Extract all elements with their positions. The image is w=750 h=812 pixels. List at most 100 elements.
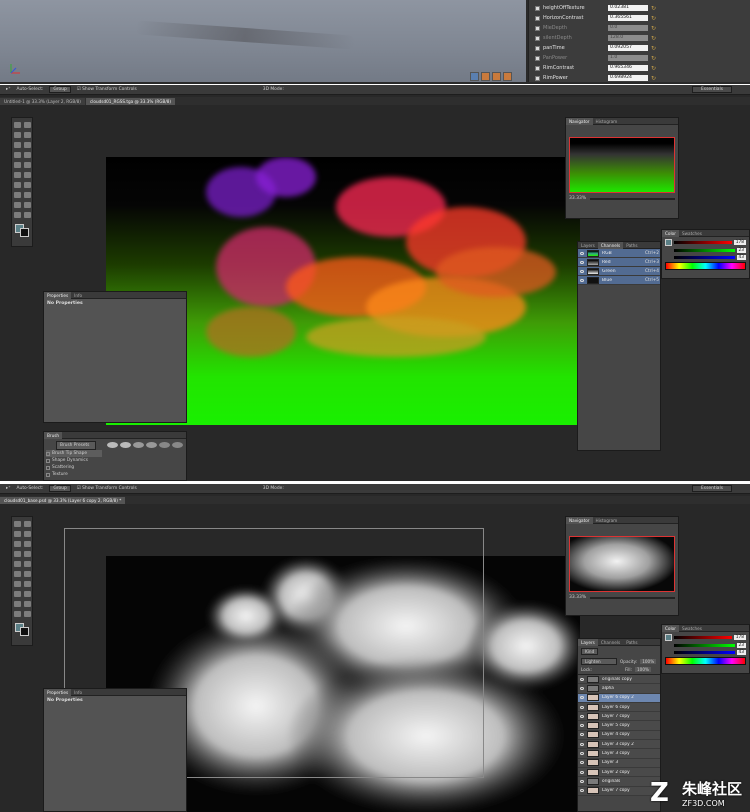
- background-color-swatch[interactable]: [20, 627, 29, 636]
- tab-channels[interactable]: Channels: [598, 639, 623, 646]
- layer-row[interactable]: Layer 5 copy: [578, 721, 660, 731]
- tab-paths[interactable]: Paths: [623, 639, 640, 646]
- channel-row[interactable]: Blue Ctrl+5: [578, 276, 660, 285]
- color-spectrum[interactable]: [665, 657, 746, 665]
- param-link-icon[interactable]: ↻: [651, 55, 656, 62]
- tool-button-icon[interactable]: [14, 591, 21, 597]
- blend-mode-dropdown[interactable]: Lighten: [581, 658, 617, 665]
- visibility-eye-icon[interactable]: [580, 761, 584, 765]
- auto-select-dropdown[interactable]: Group: [49, 86, 71, 93]
- channel-row[interactable]: Red Ctrl+3: [578, 258, 660, 267]
- tab-brush[interactable]: Brush: [44, 431, 63, 439]
- param-link-icon[interactable]: ↻: [651, 65, 656, 72]
- tool-button-icon[interactable]: [14, 551, 21, 557]
- tool-button-icon[interactable]: [24, 571, 31, 577]
- layer-row[interactable]: alpha: [578, 684, 660, 694]
- tool-button-icon[interactable]: [24, 611, 31, 617]
- param-checkbox[interactable]: [535, 55, 540, 61]
- channel-row[interactable]: RGB Ctrl+2: [578, 249, 660, 258]
- param-value-field[interactable]: 0.092057: [608, 45, 648, 51]
- blue-value[interactable]: 43: [736, 650, 746, 655]
- param-checkbox[interactable]: [535, 45, 540, 51]
- brush-setting-checkbox[interactable]: [46, 458, 50, 463]
- red-slider[interactable]: [674, 636, 732, 639]
- param-value-field[interactable]: 128.0: [608, 35, 648, 41]
- visibility-eye-icon[interactable]: [580, 779, 584, 783]
- brush-tip-icon[interactable]: [120, 442, 131, 448]
- tool-button-icon[interactable]: [14, 561, 21, 567]
- tab-layers[interactable]: Layers: [578, 242, 598, 249]
- tool-button-icon[interactable]: [24, 122, 31, 128]
- color-spectrum[interactable]: [665, 262, 746, 270]
- tool-button-icon[interactable]: [24, 142, 31, 148]
- tab-color[interactable]: Color: [662, 229, 679, 237]
- param-checkbox[interactable]: [535, 65, 540, 71]
- brush-setting-checkbox[interactable]: [46, 472, 50, 477]
- green-slider[interactable]: [674, 249, 735, 252]
- visibility-eye-icon[interactable]: [580, 789, 584, 793]
- param-value-field[interactable]: 0.0: [608, 25, 648, 31]
- green-value[interactable]: 23: [736, 248, 746, 253]
- param-value-field[interactable]: 1.0: [608, 55, 648, 61]
- brush-setting-item[interactable]: Texture: [46, 471, 102, 478]
- visibility-eye-icon[interactable]: [580, 733, 584, 737]
- viewport-button-icon[interactable]: [470, 72, 479, 81]
- tab-layers[interactable]: Layers: [578, 638, 598, 646]
- visibility-eye-icon[interactable]: [580, 770, 584, 774]
- workspace-dropdown[interactable]: Essentials: [692, 485, 732, 492]
- layer-row[interactable]: Layer 3: [578, 758, 660, 768]
- viewport-button-icon[interactable]: [492, 72, 501, 81]
- show-transform-checkbox[interactable]: ☑ Show Transform Controls: [77, 87, 137, 92]
- param-link-icon[interactable]: ↻: [651, 15, 656, 22]
- tool-button-icon[interactable]: [24, 531, 31, 537]
- navigator-preview[interactable]: [569, 536, 675, 592]
- tool-button-icon[interactable]: [14, 601, 21, 607]
- zoom-slider[interactable]: [590, 197, 675, 200]
- tab-clouds-base[interactable]: cloudsd01_base.psd @ 33.3% (Layer 6 copy…: [0, 497, 126, 504]
- layer-row[interactable]: Layer 2 copy: [578, 767, 660, 778]
- tool-button-icon[interactable]: [24, 581, 31, 587]
- tool-button-icon[interactable]: [14, 192, 21, 198]
- tool-button-icon[interactable]: [14, 162, 21, 168]
- blue-slider[interactable]: [674, 651, 735, 654]
- 3d-viewport[interactable]: [0, 0, 526, 82]
- tab-swatches[interactable]: Swatches: [679, 230, 705, 237]
- tab-histogram[interactable]: Histogram: [593, 118, 621, 125]
- tab-untitled[interactable]: Untitled-1 @ 33.3% (Layer 2, RGB/8): [0, 98, 85, 105]
- show-transform-checkbox[interactable]: ☑ Show Transform Controls: [77, 486, 137, 491]
- tool-button-icon[interactable]: [24, 591, 31, 597]
- param-value-field[interactable]: 0.02381: [608, 5, 648, 11]
- layer-row[interactable]: originals: [578, 777, 660, 787]
- tool-button-icon[interactable]: [14, 581, 21, 587]
- visibility-eye-icon[interactable]: [580, 752, 584, 756]
- param-link-icon[interactable]: ↻: [651, 45, 656, 52]
- layer-row[interactable]: originals copy: [578, 675, 660, 685]
- tool-button-icon[interactable]: [24, 152, 31, 158]
- visibility-eye-icon[interactable]: [580, 686, 584, 690]
- red-value[interactable]: 178: [733, 240, 746, 245]
- layer-row[interactable]: Layer 3 copy: [578, 749, 660, 759]
- brush-tip-icon[interactable]: [159, 442, 170, 448]
- param-checkbox[interactable]: [535, 75, 540, 81]
- green-value[interactable]: 23: [736, 643, 746, 648]
- visibility-eye-icon[interactable]: [580, 714, 584, 718]
- tool-button-icon[interactable]: [24, 561, 31, 567]
- tool-button-icon[interactable]: [24, 162, 31, 168]
- foreground-color-swatch[interactable]: [665, 239, 672, 246]
- layer-row[interactable]: Layer 4 copy: [578, 730, 660, 741]
- layer-row[interactable]: Layer 7 copy: [578, 712, 660, 722]
- tool-button-icon[interactable]: [14, 202, 21, 208]
- green-slider[interactable]: [674, 644, 735, 647]
- workspace-dropdown[interactable]: Essentials: [692, 86, 732, 93]
- brush-setting-checkbox[interactable]: [46, 451, 50, 456]
- tool-button-icon[interactable]: [14, 172, 21, 178]
- tool-button-icon[interactable]: [24, 601, 31, 607]
- visibility-eye-icon[interactable]: [580, 696, 584, 700]
- layer-row[interactable]: Layer 7 copy: [578, 786, 660, 796]
- fill-value[interactable]: 100%: [634, 667, 651, 672]
- layer-row[interactable]: Layer 3 copy 2: [578, 740, 660, 750]
- tool-button-icon[interactable]: [24, 521, 31, 527]
- param-link-icon[interactable]: ↻: [651, 25, 656, 32]
- tool-button-icon[interactable]: [14, 132, 21, 138]
- tab-histogram[interactable]: Histogram: [593, 517, 621, 524]
